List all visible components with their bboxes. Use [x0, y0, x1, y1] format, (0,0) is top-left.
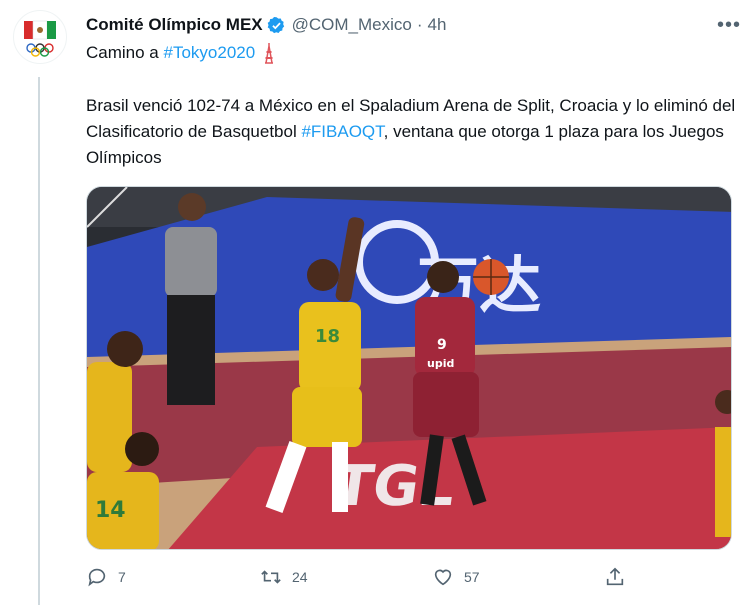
- separator-dot: ·: [416, 15, 423, 34]
- author-name[interactable]: Comité Olímpico MEX: [86, 15, 263, 35]
- reply-count: 7: [118, 569, 126, 585]
- retweet-count: 24: [292, 569, 308, 585]
- avatar[interactable]: [13, 10, 67, 64]
- jersey-number-14: 14: [95, 498, 126, 523]
- share-icon: [606, 567, 624, 586]
- reply-icon: [88, 568, 106, 587]
- thread-line: [38, 77, 40, 605]
- jersey-number-9: 9: [437, 337, 447, 353]
- court-text: TGL: [330, 454, 459, 519]
- reply-button[interactable]: 7: [86, 566, 126, 588]
- verified-badge-icon: [267, 16, 284, 33]
- heart-icon: [434, 569, 452, 586]
- line1-prefix: Camino a: [86, 43, 159, 62]
- tweet-text: Brasil venció 102-74 a México en el Spal…: [86, 93, 736, 171]
- jersey-number-18: 18: [315, 326, 340, 347]
- like-count: 57: [464, 569, 480, 585]
- retweet-icon: [261, 570, 281, 584]
- timestamp[interactable]: 4h: [428, 15, 447, 35]
- tweet-actions: 7 24 57: [86, 566, 646, 590]
- like-button[interactable]: 57: [432, 566, 480, 588]
- tokyo-tower-icon: [265, 43, 274, 64]
- retweet-button[interactable]: 24: [260, 566, 308, 588]
- hashtag-fibaoqt[interactable]: #FIBAOQT: [301, 122, 383, 141]
- more-options-icon[interactable]: •••: [714, 13, 744, 37]
- hashtag-tokyo2020[interactable]: #Tokyo2020: [164, 43, 256, 63]
- tweet-line-1: Camino a #Tokyo2020: [86, 42, 277, 64]
- tweet-header: Comité Olímpico MEX @COM_Mexico · 4h •••: [86, 13, 740, 37]
- mexican-olympic-committee-logo: [24, 20, 56, 57]
- basketball-photo: 万达 TGL 18 9 upid: [87, 187, 731, 549]
- tweet-photo[interactable]: 万达 TGL 18 9 upid: [86, 186, 732, 550]
- jersey-sponsor: upid: [427, 357, 454, 370]
- author-handle[interactable]: @COM_Mexico: [292, 15, 412, 35]
- share-button[interactable]: [604, 566, 636, 588]
